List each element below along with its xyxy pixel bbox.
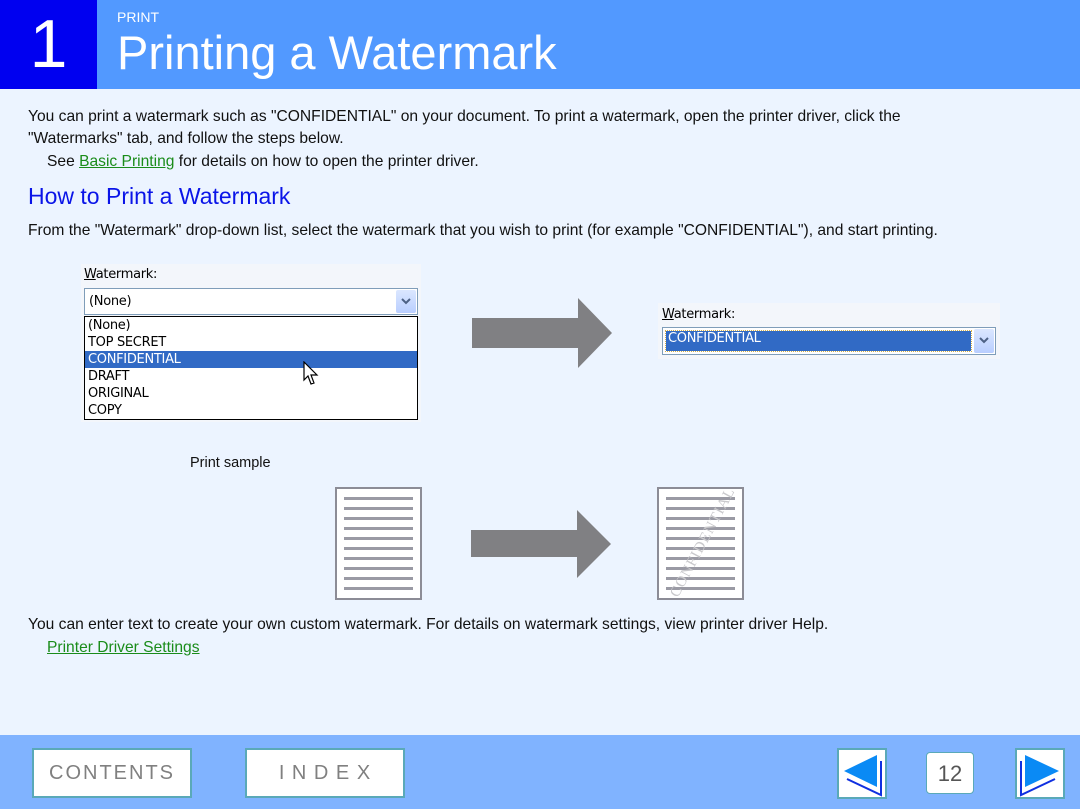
section-heading: How to Print a Watermark [28,183,291,209]
label-rest: atermark: [673,307,736,322]
watermark-select[interactable]: (None) [84,288,418,315]
see-prefix: See [47,153,80,170]
arrow-right-icon [471,510,611,578]
previous-page-button[interactable] [837,748,887,799]
option-draft[interactable]: DRAFT [85,368,417,385]
label-accelerator: W [84,267,96,282]
option-top-secret[interactable]: TOP SECRET [85,334,417,351]
printer-driver-settings-link[interactable]: Printer Driver Settings [47,639,200,656]
option-copy[interactable]: COPY [85,402,417,419]
section-instruction: From the "Watermark" drop-down list, sel… [28,222,938,239]
watermark-label: Watermark: [662,307,735,322]
watermark-options-list: (None) TOP SECRET CONFIDENTIAL DRAFT ORI… [84,316,418,420]
chevron-down-icon[interactable] [974,329,994,353]
watermark-text: CONFIDENTIAL [667,487,739,600]
label-rest: atermark: [95,267,158,282]
outro-text: You can enter text to create your own cu… [28,616,829,633]
label-accelerator: W [662,307,674,322]
page-sample-watermarked: CONFIDENTIAL [657,487,744,600]
triangle-right-icon [1020,755,1059,797]
option-none[interactable]: (None) [85,317,417,334]
print-sample-label: Print sample [190,455,271,471]
chevron-down-icon[interactable] [396,290,416,313]
mouse-cursor-icon [303,361,319,385]
contents-button[interactable]: CONTENTS [32,748,192,798]
intro-line-1: You can print a watermark such as "CONFI… [28,108,901,125]
intro-line-2: "Watermarks" tab, and follow the steps b… [28,130,344,147]
index-button[interactable]: I N D E X [245,748,405,798]
see-reference: See Basic Printing for details on how to… [47,151,479,173]
see-suffix: for details on how to open the printer d… [174,153,479,170]
next-page-button[interactable] [1015,748,1065,799]
page-sample-plain [335,487,422,600]
watermark-select-selected[interactable]: CONFIDENTIAL [662,327,996,355]
arrow-right-icon [472,298,612,368]
outro-link-line: Printer Driver Settings [47,637,200,659]
triangle-left-icon [844,755,882,797]
page-header: 1 PRINT Printing a Watermark [0,0,1080,89]
watermark-label: Watermark: [84,267,157,282]
page-title: Printing a Watermark [117,26,557,79]
page-number: 12 [926,752,974,794]
chapter-kicker: PRINT [117,9,159,25]
watermark-dialog-after: Watermark: CONFIDENTIAL [658,303,1000,359]
option-confidential[interactable]: CONFIDENTIAL [85,351,417,368]
option-original[interactable]: ORIGINAL [85,385,417,402]
watermark-dialog-before: Watermark: (None) (None) TOP SECRET CONF… [81,264,421,422]
chapter-number: 1 [0,0,97,89]
watermark-select-value: (None) [89,294,132,309]
watermark-select-value: CONFIDENTIAL [665,330,972,352]
basic-printing-link[interactable]: Basic Printing [79,153,174,170]
